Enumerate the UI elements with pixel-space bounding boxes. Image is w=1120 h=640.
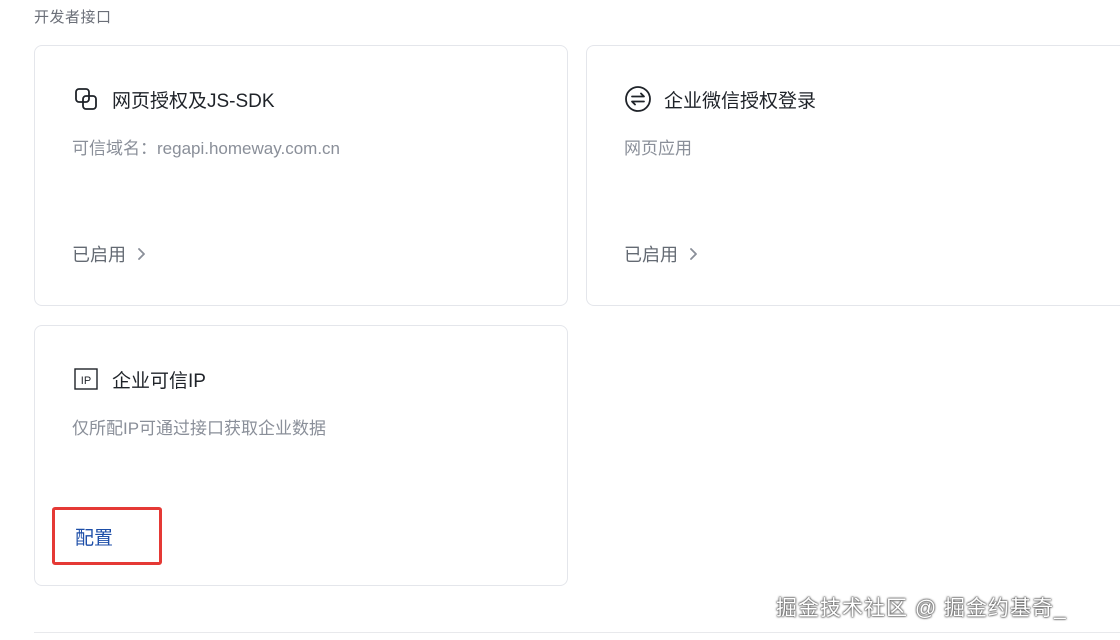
card-title: 企业微信授权登录 <box>664 90 817 112</box>
card-title: 企业可信IP <box>112 370 206 392</box>
status-label: 已启用 <box>72 245 126 265</box>
card-description: 网页应用 <box>624 139 692 158</box>
svg-text:IP: IP <box>81 375 91 387</box>
status-label: 已启用 <box>624 245 678 265</box>
enabled-status-link[interactable]: 已启用 <box>624 241 700 267</box>
card-description: 仅所配IP可通过接口获取企业数据 <box>72 419 327 438</box>
card-wecom-auth-login: 企业微信授权登录 网页应用 已启用 <box>586 45 1120 306</box>
card-header: 企业微信授权登录 <box>624 85 816 113</box>
card-header: 网页授权及JS-SDK <box>72 85 275 113</box>
card-header: IP 企业可信IP <box>72 365 206 393</box>
card-web-auth-jssdk: 网页授权及JS-SDK 可信域名：regapi.homeway.com.cn 已… <box>34 45 568 306</box>
link-copy-icon <box>72 85 100 113</box>
watermark: 掘金技术社区 @ 掘金约基奇_ <box>776 597 1067 620</box>
chevron-right-icon <box>136 247 148 261</box>
configure-link[interactable]: 配置 <box>75 523 113 550</box>
ip-box-icon: IP <box>72 365 100 393</box>
divider <box>34 632 1120 633</box>
card-trusted-ip: IP 企业可信IP 仅所配IP可通过接口获取企业数据 配置 <box>34 325 568 586</box>
card-title: 网页授权及JS-SDK <box>112 90 275 112</box>
developer-interface-page: 开发者接口 网页授权及JS-SDK 可信域名：regapi.homeway.co… <box>0 0 1120 640</box>
chevron-right-icon <box>688 247 700 261</box>
enabled-status-link[interactable]: 已启用 <box>72 241 148 267</box>
card-description: 可信域名：regapi.homeway.com.cn <box>72 139 340 158</box>
section-title: 开发者接口 <box>34 9 112 26</box>
exchange-circle-icon <box>624 85 652 113</box>
highlight-box: 配置 <box>52 507 162 565</box>
